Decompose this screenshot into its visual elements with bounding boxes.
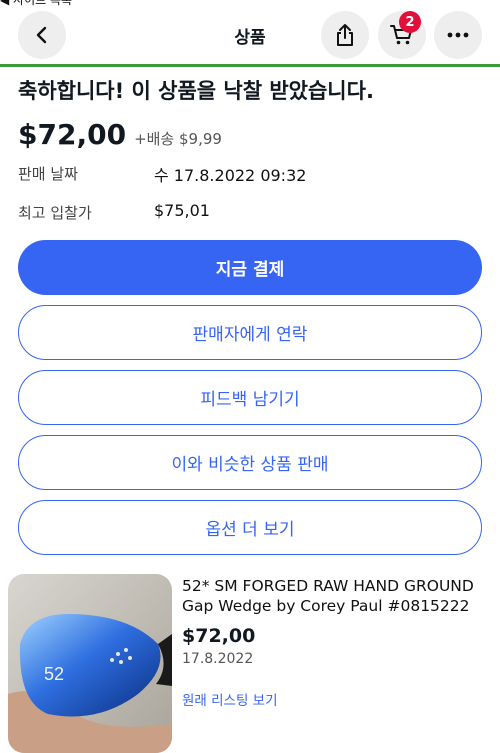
sale-date-value: 수 17.8.2022 09:32 [154, 166, 307, 185]
share-button[interactable] [321, 11, 369, 59]
item-title[interactable]: 52* SM FORGED RAW HAND GROUND Gap Wedge … [182, 576, 492, 616]
more-options-button[interactable] [434, 11, 482, 59]
wedge-loft-stamp: 52 [44, 664, 64, 684]
more-icon [447, 32, 469, 38]
wedge-photo: 52 [8, 574, 172, 753]
top-nav-bar: 상품 2 [0, 8, 500, 62]
winning-price: $72,00 [18, 118, 127, 151]
price-row: $72,00 +배송 $9,99 [18, 118, 222, 151]
shipping-cost: +배송 $9,99 [134, 130, 222, 148]
sell-similar-button[interactable]: 이와 비슷한 상품 판매 [18, 435, 482, 490]
leave-feedback-button[interactable]: 피드백 남기기 [18, 370, 482, 425]
cart-count-badge: 2 [399, 11, 421, 33]
congrats-message: 축하합니다! 이 상품을 낙찰 받았습니다. [18, 79, 374, 103]
item-price: $72,00 [182, 625, 256, 647]
more-options-list-button[interactable]: 옵션 더 보기 [18, 500, 482, 555]
share-icon [337, 24, 353, 46]
item-thumbnail[interactable]: 52 [8, 574, 172, 753]
pay-now-button[interactable]: 지금 결제 [18, 240, 482, 295]
view-original-listing-link[interactable]: 원래 리스팅 보기 [182, 689, 278, 709]
top-bid-value: $75,01 [154, 201, 210, 220]
status-back-link[interactable]: ◀ 사이트 목록 [0, 0, 72, 8]
contact-seller-button[interactable]: 판매자에게 연락 [18, 305, 482, 360]
sale-date-label: 판매 날짜 [18, 165, 78, 183]
top-bid-label: 최고 입찰가 [18, 204, 92, 222]
item-date: 17.8.2022 [182, 651, 254, 667]
nav-divider [0, 64, 500, 67]
